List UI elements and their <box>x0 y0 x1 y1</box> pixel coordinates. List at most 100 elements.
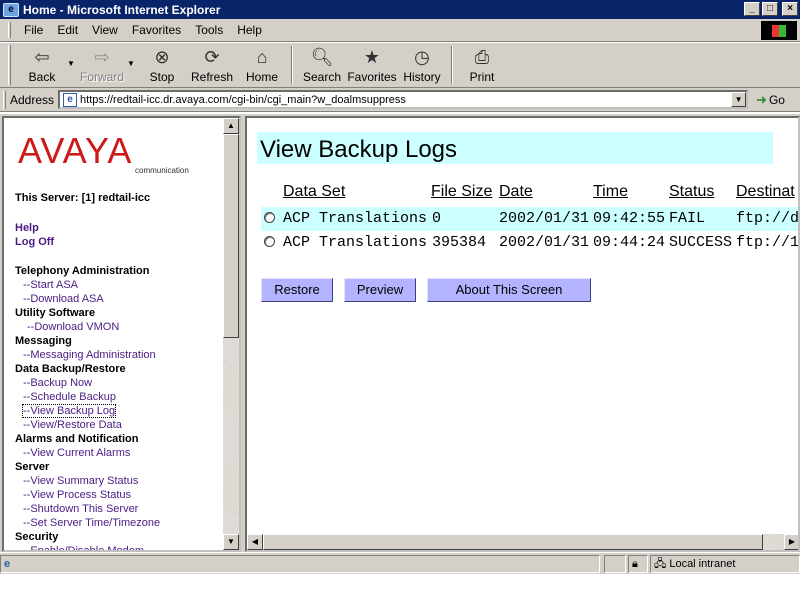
menu-view[interactable]: View <box>85 23 125 37</box>
print-label: Print <box>469 70 495 84</box>
print-button[interactable]: ⎙ Print <box>457 43 507 87</box>
nav-link-enable-disable-modem[interactable]: --Enable/Disable Modem <box>15 544 220 550</box>
cell-status: FAIL <box>669 210 706 227</box>
restore-button[interactable]: Restore <box>261 278 333 302</box>
status-bar: e 🔒︎ 🖧 Local intranet <box>0 552 800 574</box>
nav-heading-messaging: Messaging <box>15 335 72 347</box>
windows-logo-icon <box>761 21 797 40</box>
address-url[interactable]: https://redtail-icc.dr.avaya.com/cgi-bin… <box>80 94 406 106</box>
scroll-down-icon[interactable]: ▼ <box>223 534 239 550</box>
nav-heading-backup: Data Backup/Restore <box>15 363 126 375</box>
nav-link-view-summary-status[interactable]: --View Summary Status <box>15 474 220 488</box>
address-input[interactable]: e https://redtail-icc.dr.avaya.com/cgi-b… <box>58 90 749 109</box>
desktop-background <box>0 574 800 600</box>
stop-label: Stop <box>149 70 175 84</box>
nav-heading-telephony: Telephony Administration <box>15 265 150 277</box>
scroll-up-icon[interactable]: ▲ <box>223 118 239 134</box>
avaya-logo: AVAYA communication <box>18 130 189 180</box>
row-radio-button[interactable] <box>264 212 275 223</box>
home-button[interactable]: ⌂ Home <box>237 43 287 87</box>
refresh-icon: ⟳ <box>204 46 220 67</box>
row-radio-button[interactable] <box>264 236 275 247</box>
scroll-thumb[interactable] <box>263 534 763 550</box>
favorites-button[interactable]: ★ Favorites <box>347 43 397 87</box>
menu-tools[interactable]: Tools <box>188 23 230 37</box>
history-icon: ◷ <box>414 46 430 67</box>
scroll-left-icon[interactable]: ◀ <box>247 534 263 550</box>
navigation-frame: AVAYA communication This Server: [1] red… <box>2 116 241 552</box>
backup-log-table: Data Set File Size Date Time Status Dest… <box>261 183 798 251</box>
nav-link-view-restore-data[interactable]: --View/Restore Data <box>15 418 220 432</box>
toolbar-grip <box>8 45 11 85</box>
table-row[interactable]: ACP Translations 0 2002/01/31 09:42:55 F… <box>261 207 798 231</box>
status-text-panel: e <box>0 555 600 573</box>
about-this-screen-button[interactable]: About This Screen <box>427 278 591 302</box>
back-dropdown-icon[interactable]: ▼ <box>67 59 77 68</box>
scroll-right-icon[interactable]: ▶ <box>784 534 798 550</box>
search-icon: 🔍︎ <box>310 46 334 67</box>
menu-edit[interactable]: Edit <box>50 23 85 37</box>
table-row[interactable]: ACP Translations 395384 2002/01/31 09:44… <box>261 231 798 255</box>
nav-heading-alarms: Alarms and Notification <box>15 433 139 445</box>
minimize-button[interactable]: _ <box>744 2 760 16</box>
nav-link-shutdown-server[interactable]: --Shutdown This Server <box>15 502 220 516</box>
nav-link-download-vmon[interactable]: --Download VMON <box>15 320 220 334</box>
nav-link-messaging-admin[interactable]: --Messaging Administration <box>15 348 220 362</box>
nav-link-start-asa[interactable]: --Start ASA <box>15 278 220 292</box>
cell-status: SUCCESS <box>669 234 733 251</box>
page-title-band: View Backup Logs <box>257 132 773 164</box>
search-label: Search <box>302 70 342 84</box>
stop-button[interactable]: ⊗ Stop <box>137 43 187 87</box>
close-button[interactable]: × <box>782 2 798 16</box>
address-label: Address <box>10 92 55 107</box>
menu-favorites[interactable]: Favorites <box>125 23 188 37</box>
back-button[interactable]: ⇦ Back <box>17 43 67 87</box>
menu-file[interactable]: File <box>17 23 50 37</box>
toolbar-separator <box>451 46 453 84</box>
menubar-grip <box>8 22 11 38</box>
toolbar: ⇦ Back ▼ ⇨ Forward ▼ ⊗ Stop ⟳ Refresh ⌂ … <box>0 42 800 88</box>
refresh-button[interactable]: ⟳ Refresh <box>187 43 237 87</box>
back-arrow-icon: ⇦ <box>34 46 50 67</box>
status-panel-empty <box>604 555 626 573</box>
cell-data-set: ACP Translations <box>283 210 428 227</box>
cell-time: 09:44:24 <box>593 234 666 251</box>
forward-dropdown-icon[interactable]: ▼ <box>127 59 137 68</box>
address-bar: Address e https://redtail-icc.dr.avaya.c… <box>0 88 800 112</box>
address-dropdown-icon[interactable]: ▼ <box>731 92 747 107</box>
refresh-label: Refresh <box>190 70 234 84</box>
nav-link-view-backup-log[interactable]: --View Backup Log <box>15 404 220 418</box>
history-button[interactable]: ◷ History <box>397 43 447 87</box>
help-link[interactable]: Help <box>15 222 39 234</box>
navigation-vertical-scrollbar[interactable]: ▲ ▼ <box>223 118 239 550</box>
scroll-thumb[interactable] <box>223 134 239 338</box>
main-horizontal-scrollbar[interactable]: ◀ ▶ <box>247 534 798 550</box>
home-label: Home <box>245 70 278 84</box>
nav-link-set-server-time[interactable]: --Set Server Time/Timezone <box>15 516 220 530</box>
nav-link-view-current-alarms[interactable]: --View Current Alarms <box>15 446 220 460</box>
menu-help[interactable]: Help <box>230 23 269 37</box>
cell-date: 2002/01/31 <box>499 210 590 227</box>
forward-label: Forward <box>79 70 124 84</box>
nav-link-view-backup-log-text[interactable]: --View Backup Log <box>21 404 117 418</box>
favorites-folder-icon: ★ <box>363 46 381 67</box>
nav-link-download-asa[interactable]: --Download ASA <box>15 292 220 306</box>
nav-heading-utility: Utility Software <box>15 307 96 319</box>
col-header-time: Time <box>593 183 628 200</box>
logoff-link[interactable]: Log Off <box>15 236 54 248</box>
go-label: Go <box>768 92 785 107</box>
zone-label: Local intranet <box>669 558 736 570</box>
go-button[interactable]: ➜ Go <box>756 92 785 108</box>
cell-file-size: 0 <box>432 210 442 227</box>
nav-heading-security: Security <box>15 531 59 543</box>
cell-date: 2002/01/31 <box>499 234 590 251</box>
nav-link-view-process-status[interactable]: --View Process Status <box>15 488 220 502</box>
forward-button[interactable]: ⇨ Forward <box>77 43 127 87</box>
intranet-zone-icon: 🖧 <box>654 558 670 570</box>
addressbar-grip <box>3 90 6 109</box>
nav-link-schedule-backup[interactable]: --Schedule Backup <box>15 390 220 404</box>
maximize-button[interactable]: □ <box>762 2 778 16</box>
preview-button[interactable]: Preview <box>344 278 416 302</box>
search-button[interactable]: 🔍︎ Search <box>297 43 347 87</box>
nav-link-backup-now[interactable]: --Backup Now <box>15 376 220 390</box>
